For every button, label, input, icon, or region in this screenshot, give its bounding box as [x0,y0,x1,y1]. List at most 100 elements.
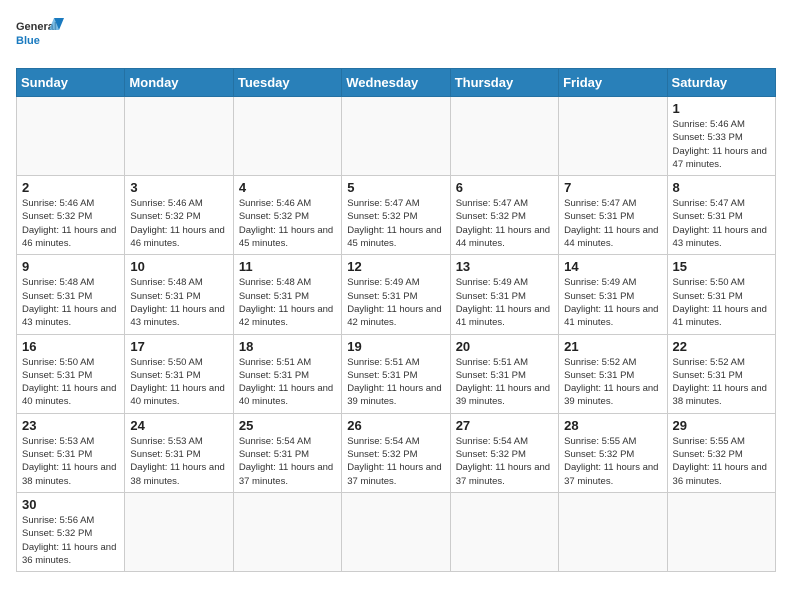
calendar-cell: 11 Sunrise: 5:48 AM Sunset: 5:31 PM Dayli… [233,255,341,334]
day-info: Sunrise: 5:49 AM Sunset: 5:31 PM Dayligh… [564,276,661,329]
day-info: Sunrise: 5:47 AM Sunset: 5:32 PM Dayligh… [456,197,553,250]
day-info: Sunrise: 5:52 AM Sunset: 5:31 PM Dayligh… [564,356,661,409]
logo-svg: General Blue [16,16,66,58]
calendar-cell [667,492,775,571]
calendar-cell: 29 Sunrise: 5:55 AM Sunset: 5:32 PM Dayli… [667,413,775,492]
day-info: Sunrise: 5:46 AM Sunset: 5:32 PM Dayligh… [130,197,227,250]
weekday-header-friday: Friday [559,69,667,97]
calendar-cell [559,97,667,176]
day-info: Sunrise: 5:47 AM Sunset: 5:31 PM Dayligh… [673,197,770,250]
calendar-cell [125,97,233,176]
calendar-week-3: 9 Sunrise: 5:48 AM Sunset: 5:31 PM Daylig… [17,255,776,334]
logo: General Blue [16,16,66,58]
calendar-cell: 12 Sunrise: 5:49 AM Sunset: 5:31 PM Dayli… [342,255,450,334]
calendar-cell: 9Sunrise: 5:48 AM Sunset: 5:31 PM Daylig… [17,255,125,334]
day-info: Sunrise: 5:56 AM Sunset: 5:32 PM Dayligh… [22,514,119,567]
day-info: Sunrise: 5:50 AM Sunset: 5:31 PM Dayligh… [130,356,227,409]
day-info: Sunrise: 5:51 AM Sunset: 5:31 PM Dayligh… [239,356,336,409]
calendar-cell: 5 Sunrise: 5:47 AM Sunset: 5:32 PM Daylig… [342,176,450,255]
calendar-week-5: 23Sunrise: 5:53 AM Sunset: 5:31 PM Dayli… [17,413,776,492]
calendar-cell [233,492,341,571]
day-info: Sunrise: 5:55 AM Sunset: 5:32 PM Dayligh… [673,435,770,488]
calendar-cell [233,97,341,176]
day-number: 23 [22,418,119,433]
day-number: 9 [22,259,119,274]
day-number: 18 [239,339,336,354]
day-number: 24 [130,418,227,433]
day-info: Sunrise: 5:47 AM Sunset: 5:32 PM Dayligh… [347,197,444,250]
header: General Blue [16,16,776,58]
calendar-cell: 4 Sunrise: 5:46 AM Sunset: 5:32 PM Daylig… [233,176,341,255]
calendar-week-2: 2 Sunrise: 5:46 AM Sunset: 5:32 PM Daylig… [17,176,776,255]
calendar-cell [450,97,558,176]
calendar-cell: 13Sunrise: 5:49 AM Sunset: 5:31 PM Dayli… [450,255,558,334]
day-info: Sunrise: 5:49 AM Sunset: 5:31 PM Dayligh… [347,276,444,329]
day-info: Sunrise: 5:54 AM Sunset: 5:32 PM Dayligh… [456,435,553,488]
calendar-cell [17,97,125,176]
day-number: 4 [239,180,336,195]
day-number: 29 [673,418,770,433]
day-number: 2 [22,180,119,195]
day-number: 3 [130,180,227,195]
calendar-cell: 14Sunrise: 5:49 AM Sunset: 5:31 PM Dayli… [559,255,667,334]
day-number: 22 [673,339,770,354]
calendar-cell: 3 Sunrise: 5:46 AM Sunset: 5:32 PM Daylig… [125,176,233,255]
calendar-cell: 22 Sunrise: 5:52 AM Sunset: 5:31 PM Dayli… [667,334,775,413]
calendar-cell: 30 Sunrise: 5:56 AM Sunset: 5:32 PM Dayli… [17,492,125,571]
day-info: Sunrise: 5:51 AM Sunset: 5:31 PM Dayligh… [347,356,444,409]
calendar-cell [559,492,667,571]
calendar-cell [342,97,450,176]
calendar-cell: 6Sunrise: 5:47 AM Sunset: 5:32 PM Daylig… [450,176,558,255]
day-info: Sunrise: 5:47 AM Sunset: 5:31 PM Dayligh… [564,197,661,250]
day-number: 26 [347,418,444,433]
day-number: 13 [456,259,553,274]
day-number: 21 [564,339,661,354]
calendar-cell [342,492,450,571]
day-info: Sunrise: 5:48 AM Sunset: 5:31 PM Dayligh… [239,276,336,329]
day-number: 27 [456,418,553,433]
day-info: Sunrise: 5:54 AM Sunset: 5:32 PM Dayligh… [347,435,444,488]
calendar-cell: 18 Sunrise: 5:51 AM Sunset: 5:31 PM Dayli… [233,334,341,413]
day-number: 15 [673,259,770,274]
day-info: Sunrise: 5:54 AM Sunset: 5:31 PM Dayligh… [239,435,336,488]
day-info: Sunrise: 5:52 AM Sunset: 5:31 PM Dayligh… [673,356,770,409]
day-info: Sunrise: 5:46 AM Sunset: 5:32 PM Dayligh… [239,197,336,250]
weekday-header-row: SundayMondayTuesdayWednesdayThursdayFrid… [17,69,776,97]
calendar-cell: 17 Sunrise: 5:50 AM Sunset: 5:31 PM Dayli… [125,334,233,413]
day-number: 11 [239,259,336,274]
day-number: 30 [22,497,119,512]
calendar-cell: 15 Sunrise: 5:50 AM Sunset: 5:31 PM Dayli… [667,255,775,334]
day-number: 17 [130,339,227,354]
calendar-cell [125,492,233,571]
calendar-cell: 16Sunrise: 5:50 AM Sunset: 5:31 PM Dayli… [17,334,125,413]
day-info: Sunrise: 5:48 AM Sunset: 5:31 PM Dayligh… [130,276,227,329]
weekday-header-saturday: Saturday [667,69,775,97]
day-number: 20 [456,339,553,354]
calendar-cell: 27 Sunrise: 5:54 AM Sunset: 5:32 PM Dayli… [450,413,558,492]
weekday-header-monday: Monday [125,69,233,97]
calendar-cell [450,492,558,571]
calendar-week-1: 1 Sunrise: 5:46 AM Sunset: 5:33 PM Daylig… [17,97,776,176]
calendar-cell: 20 Sunrise: 5:51 AM Sunset: 5:31 PM Dayli… [450,334,558,413]
weekday-header-sunday: Sunday [17,69,125,97]
day-number: 28 [564,418,661,433]
calendar-cell: 1 Sunrise: 5:46 AM Sunset: 5:33 PM Daylig… [667,97,775,176]
day-info: Sunrise: 5:51 AM Sunset: 5:31 PM Dayligh… [456,356,553,409]
svg-text:Blue: Blue [16,35,40,47]
day-info: Sunrise: 5:50 AM Sunset: 5:31 PM Dayligh… [673,276,770,329]
day-number: 5 [347,180,444,195]
day-info: Sunrise: 5:46 AM Sunset: 5:33 PM Dayligh… [673,118,770,171]
calendar-cell: 24Sunrise: 5:53 AM Sunset: 5:31 PM Dayli… [125,413,233,492]
day-number: 19 [347,339,444,354]
day-number: 7 [564,180,661,195]
day-number: 12 [347,259,444,274]
weekday-header-tuesday: Tuesday [233,69,341,97]
calendar-cell: 19 Sunrise: 5:51 AM Sunset: 5:31 PM Dayli… [342,334,450,413]
day-info: Sunrise: 5:50 AM Sunset: 5:31 PM Dayligh… [22,356,119,409]
day-number: 1 [673,101,770,116]
calendar-cell: 23Sunrise: 5:53 AM Sunset: 5:31 PM Dayli… [17,413,125,492]
calendar-week-6: 30 Sunrise: 5:56 AM Sunset: 5:32 PM Dayli… [17,492,776,571]
weekday-header-thursday: Thursday [450,69,558,97]
calendar-table: SundayMondayTuesdayWednesdayThursdayFrid… [16,68,776,572]
calendar-cell: 8Sunrise: 5:47 AM Sunset: 5:31 PM Daylig… [667,176,775,255]
